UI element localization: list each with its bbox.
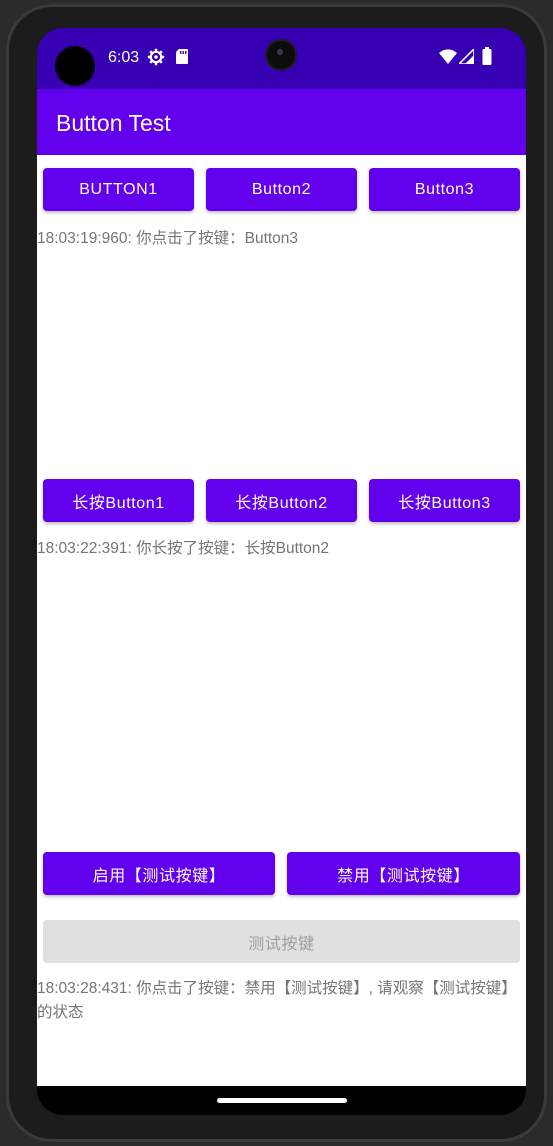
enable-test-button[interactable]: 启用【测试按键】 bbox=[43, 852, 275, 895]
long-press-button1[interactable]: 长按Button1 bbox=[43, 479, 194, 522]
long-press-log-text: 18:03:22:391: 你长按了按键：长按Button2 bbox=[37, 540, 330, 557]
button1[interactable]: BUTTON1 bbox=[43, 168, 194, 211]
long-press-button2[interactable]: 长按Button2 bbox=[206, 479, 357, 522]
phone-screen: 6:03 Button Test BUTTON1 Button2 Button3… bbox=[37, 28, 526, 1115]
button2[interactable]: Button2 bbox=[206, 168, 357, 211]
status-time: 6:03 bbox=[108, 49, 140, 66]
home-gesture-handle[interactable] bbox=[217, 1098, 347, 1103]
status-bar: 6:03 bbox=[37, 28, 526, 89]
settings-gear-icon bbox=[147, 48, 165, 71]
camera-lens bbox=[267, 41, 295, 69]
toolbar-title: Button Test bbox=[56, 110, 171, 136]
navigation-bar bbox=[37, 1086, 526, 1115]
wifi-icon bbox=[439, 49, 457, 69]
click-log-text: 18:03:19:960: 你点击了按键：Button3 bbox=[37, 230, 299, 247]
battery-icon bbox=[482, 47, 492, 70]
front-camera-cutout bbox=[55, 46, 95, 86]
app-toolbar: Button Test bbox=[37, 89, 526, 155]
test-log-text: 18:03:28:431: 你点击了按键：禁用【测试按键】, 请观察【测试按键】… bbox=[37, 980, 517, 1021]
main-content: BUTTON1 Button2 Button3 18:03:19:960: 你点… bbox=[37, 155, 526, 1086]
sd-card-icon bbox=[175, 48, 189, 69]
disable-test-button[interactable]: 禁用【测试按键】 bbox=[287, 852, 520, 895]
test-button[interactable]: 测试按键 bbox=[43, 920, 520, 963]
button3[interactable]: Button3 bbox=[369, 168, 520, 211]
signal-icon bbox=[457, 47, 475, 69]
long-press-button3[interactable]: 长按Button3 bbox=[369, 479, 520, 522]
